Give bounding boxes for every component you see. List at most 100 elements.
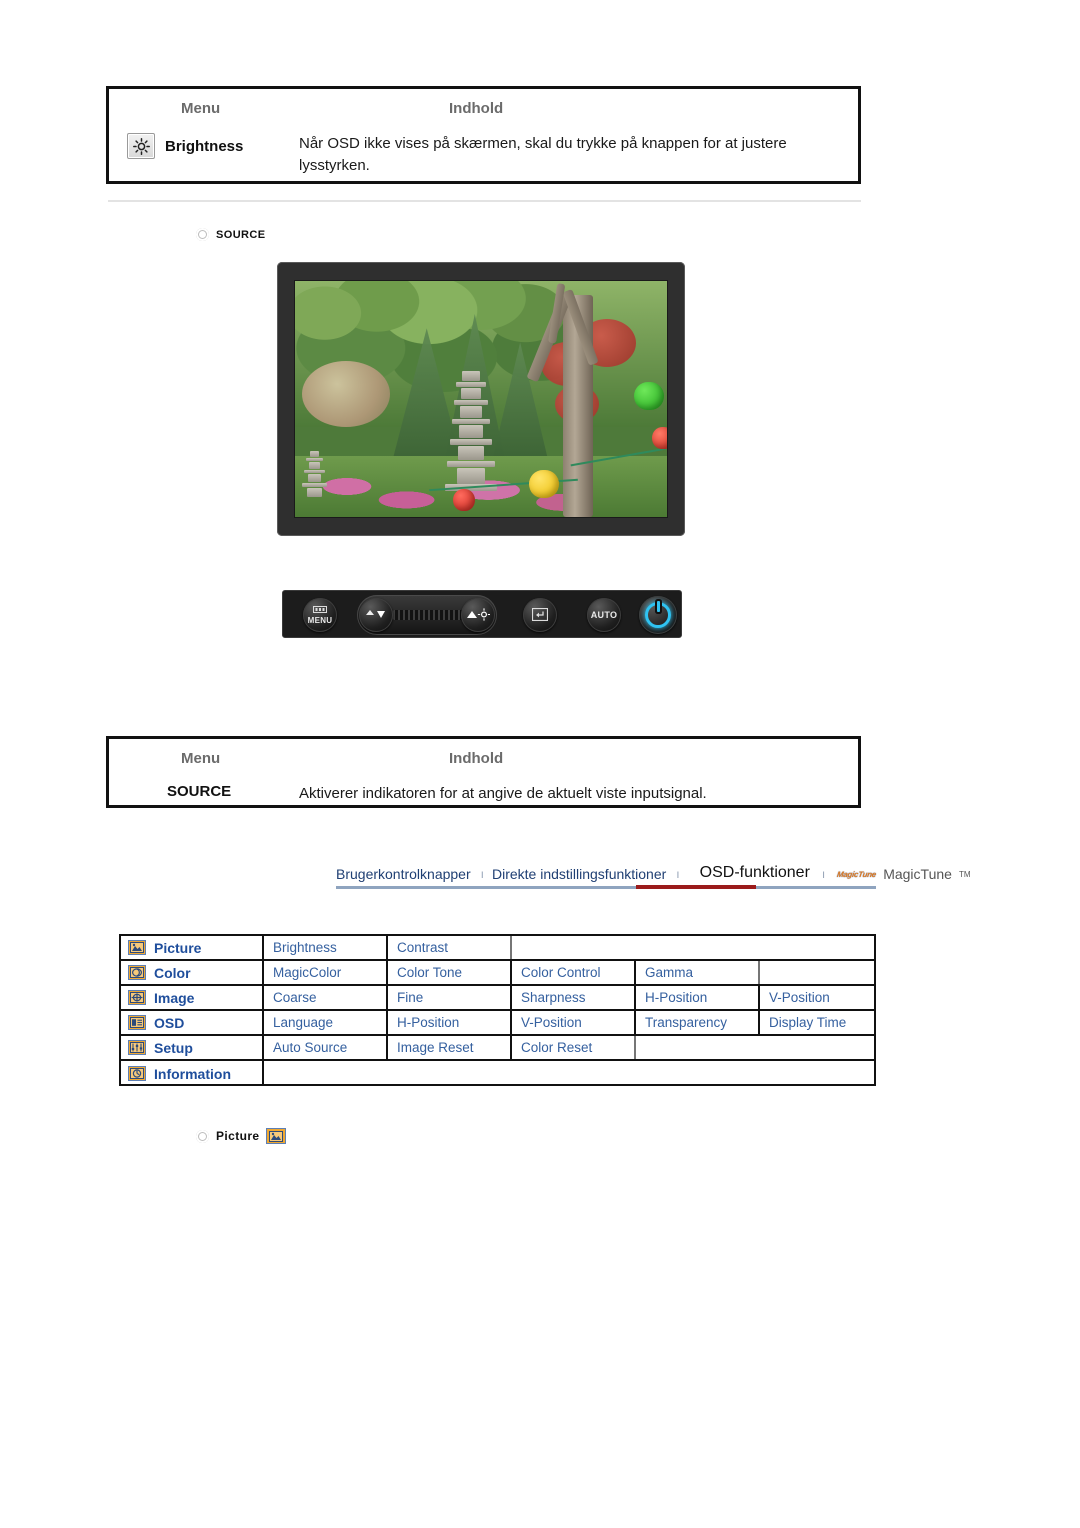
osd-category-information[interactable]: Information [121,1061,264,1086]
table-row: Picture Brightness Contrast [121,936,874,961]
table-row: Information [121,1061,874,1086]
monitor-photo [277,262,685,536]
brightness-up-button[interactable] [461,598,495,632]
bullet-dot-icon [196,1129,209,1143]
information-icon [128,1066,146,1081]
osd-item[interactable]: MagicColor [264,961,388,984]
source-table-row: SOURCE Aktiverer indikatoren for at angi… [109,777,858,805]
auto-text-icon: AUTO [590,610,618,620]
brightness-label-cell: Brightness [109,133,299,159]
osd-item[interactable]: Display Time [760,1011,884,1034]
picture-heading-label: Picture [216,1129,260,1143]
osd-empty-cell [636,1036,874,1059]
brightness-description: Når OSD ikke vises på skærmen, skal du t… [299,135,787,174]
photo-lantern-yellow [529,469,560,498]
osd-item[interactable]: Auto Source [264,1036,388,1059]
osd-category-osd[interactable]: OSD [121,1011,264,1034]
osd-category-setup[interactable]: Setup [121,1036,264,1059]
setup-icon [128,1040,146,1055]
content-column-header: Indhold [449,749,504,767]
photo-stone-pagoda [444,370,498,491]
bullet-dot-icon [196,228,209,241]
brightness-table-row: Brightness Når OSD ikke vises på skærmen… [109,127,858,177]
osd-item[interactable]: Transparency [636,1011,760,1034]
osd-category-label: Picture [154,939,202,956]
section-divider [108,200,861,202]
brightness-down-button[interactable] [359,598,393,632]
osd-item[interactable]: Fine [388,986,512,1009]
trademark-symbol: TM [958,869,971,879]
osd-icon [128,1015,146,1030]
osd-item[interactable]: Sharpness [512,986,636,1009]
osd-category-label: Information [154,1065,231,1082]
osd-category-label: Setup [154,1039,193,1056]
osd-category-image[interactable]: Image [121,986,264,1009]
magictune-label: MagicTune [883,866,952,882]
enter-source-button[interactable] [523,598,557,632]
osd-category-label: Image [154,989,195,1006]
source-label: SOURCE [167,783,232,800]
document-page: Menu Indhold Brightness Når OSD ikke vis… [0,0,1080,1528]
osd-item[interactable]: H-Position [388,1011,512,1034]
auto-button[interactable]: AUTO [587,598,621,632]
table-row: Color MagicColor Color Tone Color Contro… [121,961,874,986]
picture-icon [128,940,146,955]
osd-feature-table: Picture Brightness Contrast Color MagicC… [119,934,876,1086]
down-arrow-icon [365,608,387,622]
table-row: Setup Auto Source Image Reset Color Rese… [121,1036,874,1061]
brightness-table-header: Menu Indhold [109,89,858,127]
brightness-menu-table: Menu Indhold Brightness Når OSD ikke vis… [106,86,861,184]
photo-lantern-green [633,382,664,411]
menu-button[interactable]: MENU [303,598,337,632]
color-icon [128,965,146,980]
osd-item[interactable]: H-Position [636,986,760,1009]
osd-item[interactable]: Color Reset [512,1036,636,1059]
brightness-sun-icon [127,133,155,159]
source-label-cell: SOURCE [109,783,299,800]
osd-empty-cell [264,1061,874,1086]
source-section-heading: SOURCE [196,228,265,241]
osd-item[interactable]: Contrast [388,936,512,959]
rocker-slot [393,610,463,620]
photo-lantern-red [453,488,476,511]
osd-item[interactable]: Color Control [512,961,636,984]
osd-item[interactable]: Color Tone [388,961,512,984]
source-description: Aktiverer indikatoren for at angive de a… [299,785,707,802]
osd-category-label: OSD [154,1014,185,1031]
osd-category-picture[interactable]: Picture [121,936,264,959]
source-heading-label: SOURCE [216,228,266,241]
magictune-logo-icon: MagicTune [836,869,877,879]
breadcrumb-active-underline [636,885,756,889]
table-row: OSD Language H-Position V-Position Trans… [121,1011,874,1036]
osd-item[interactable]: V-Position [512,1011,636,1034]
menu-column-header: Menu [181,99,221,117]
photo-small-pagoda [299,450,329,501]
picture-section-heading: Picture [196,1128,287,1144]
brightness-label: Brightness [165,137,244,155]
monitor-screen-image [294,280,668,518]
osd-item[interactable]: V-Position [760,986,884,1009]
photo-lantern-red [652,427,667,450]
content-column-header: Indhold [449,99,504,117]
menu-column-header: Menu [181,749,221,767]
menu-button-label: MENU [307,615,333,625]
osd-empty-cell [512,936,874,959]
image-icon [128,990,146,1005]
osd-item[interactable]: Brightness [264,936,388,959]
enter-return-icon [531,607,549,623]
picture-icon [266,1128,287,1144]
up-arrow-sun-icon [466,607,491,623]
power-icon [645,601,671,628]
table-row: Image Coarse Fine Sharpness H-Position V… [121,986,874,1011]
menu-bars-icon [313,605,327,615]
osd-item[interactable]: Gamma [636,961,760,984]
osd-item[interactable]: Coarse [264,986,388,1009]
monitor-control-button-bar: MENU AUTO [282,590,682,638]
osd-item[interactable]: Language [264,1011,388,1034]
power-button[interactable] [639,596,677,634]
osd-item[interactable]: Image Reset [388,1036,512,1059]
osd-category-color[interactable]: Color [121,961,264,984]
breadcrumb-underline [336,886,876,889]
osd-category-label: Color [154,964,191,981]
source-menu-table: Menu Indhold SOURCE Aktiverer indikatore… [106,736,861,808]
